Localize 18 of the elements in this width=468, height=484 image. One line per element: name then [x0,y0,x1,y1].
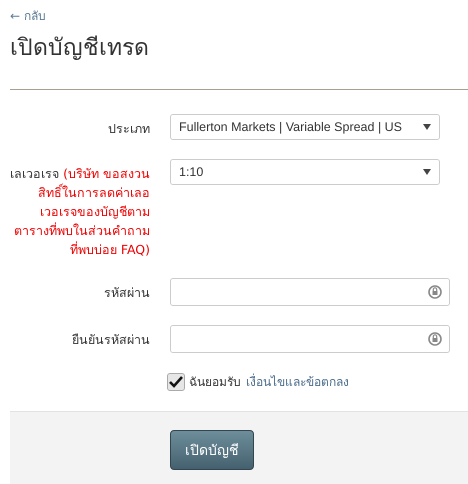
select-field[interactable]: 1:10 [170,159,440,185]
select-field[interactable]: Fullerton Markets | Variable Spread | US [170,114,440,140]
lock-icon [428,331,442,347]
field-label: รหัสผ่าน [103,284,150,302]
terms-link[interactable]: เงื่อนไขและข้อตกลง [246,372,349,391]
back-link[interactable]: ← กลับ [10,6,46,25]
checkbox[interactable] [167,372,185,390]
agree-label: ฉันยอมรับ [189,374,241,391]
password-field[interactable] [170,278,450,306]
field-label: เลเวอเรจ (บริษัท ขอสงวนสิทธิ์ในการลดค่าเลอเวอเรจของบัญชีตามตารางที่พบในส่วนคำถามที่พบบ่อย FAQ) [10,165,150,259]
caret-icon [423,169,431,175]
page-title: เปิดบัญชีเทรด [10,34,150,63]
lock-icon [428,284,442,300]
open-account-button[interactable]: เปิดบัญชี [170,430,254,470]
password-field[interactable] [170,325,450,353]
field-label: ประเภท [107,120,150,138]
caret-icon [423,124,431,130]
field-label: ยืนยันรหัสผ่าน [71,331,150,349]
